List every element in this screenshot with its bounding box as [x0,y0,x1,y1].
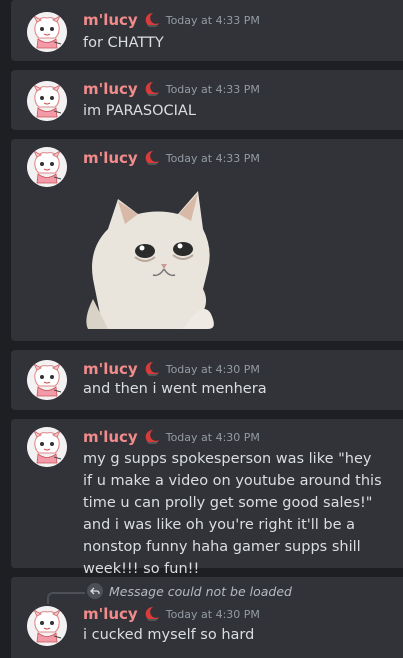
message-item[interactable]: m'lucy Today at 4:33 PM [11,139,403,341]
reply-preview[interactable]: Message could not be loaded [87,583,292,599]
message-text: i cucked myself so hard [83,627,255,643]
message-header: m'lucy Today at 4:33 PM [83,10,260,30]
message-item[interactable]: m'lucy Today at 4:33 PM im PARASOCIAL [11,70,403,130]
red-crescent-decoration-icon [145,429,159,444]
message-header: m'lucy Today at 4:30 PM [83,359,260,379]
red-crescent-decoration-icon [145,606,159,621]
crying-cat-gif[interactable] [83,169,233,329]
username[interactable]: m'lucy [83,149,138,167]
message-text: im PARASOCIAL [83,103,196,119]
timestamp: Today at 4:33 PM [165,151,260,165]
message-text: my g supps spokesperson was like "hey if… [83,451,382,577]
message-header: m'lucy Today at 4:30 PM [83,604,260,624]
red-crescent-decoration-icon [145,81,159,96]
message-item[interactable]: Message could not be loaded m'lucy Today… [11,577,403,658]
username[interactable]: m'lucy [83,80,138,98]
avatar[interactable] [27,12,67,52]
username[interactable]: m'lucy [83,605,138,623]
reply-text: Message could not be loaded [109,583,292,599]
message-item[interactable]: m'lucy Today at 4:30 PM my g supps spoke… [11,419,403,577]
message-text: for CHATTY [83,35,164,51]
username[interactable]: m'lucy [83,428,138,446]
avatar[interactable] [27,147,67,187]
reply-connector [47,592,85,604]
reply-arrow-icon [87,583,103,599]
red-crescent-decoration-icon [145,150,159,165]
username[interactable]: m'lucy [83,360,138,378]
timestamp: Today at 4:30 PM [165,607,260,621]
red-crescent-decoration-icon [145,361,159,376]
timestamp: Today at 4:30 PM [165,430,260,444]
message-header: m'lucy Today at 4:30 PM [83,427,260,447]
avatar[interactable] [27,81,67,121]
timestamp: Today at 4:30 PM [165,362,260,376]
avatar[interactable] [27,427,67,467]
avatar[interactable] [27,606,67,646]
message-text: and then i went menhera [83,381,267,397]
timestamp: Today at 4:33 PM [165,82,260,96]
message-item[interactable]: m'lucy Today at 4:30 PM and then i went … [11,350,403,410]
red-crescent-decoration-icon [145,12,159,27]
timestamp: Today at 4:33 PM [165,13,260,27]
username[interactable]: m'lucy [83,11,138,29]
message-item[interactable]: m'lucy Today at 4:33 PM for CHATTY [11,0,403,61]
avatar[interactable] [27,360,67,400]
message-header: m'lucy Today at 4:33 PM [83,148,260,168]
message-header: m'lucy Today at 4:33 PM [83,79,260,99]
